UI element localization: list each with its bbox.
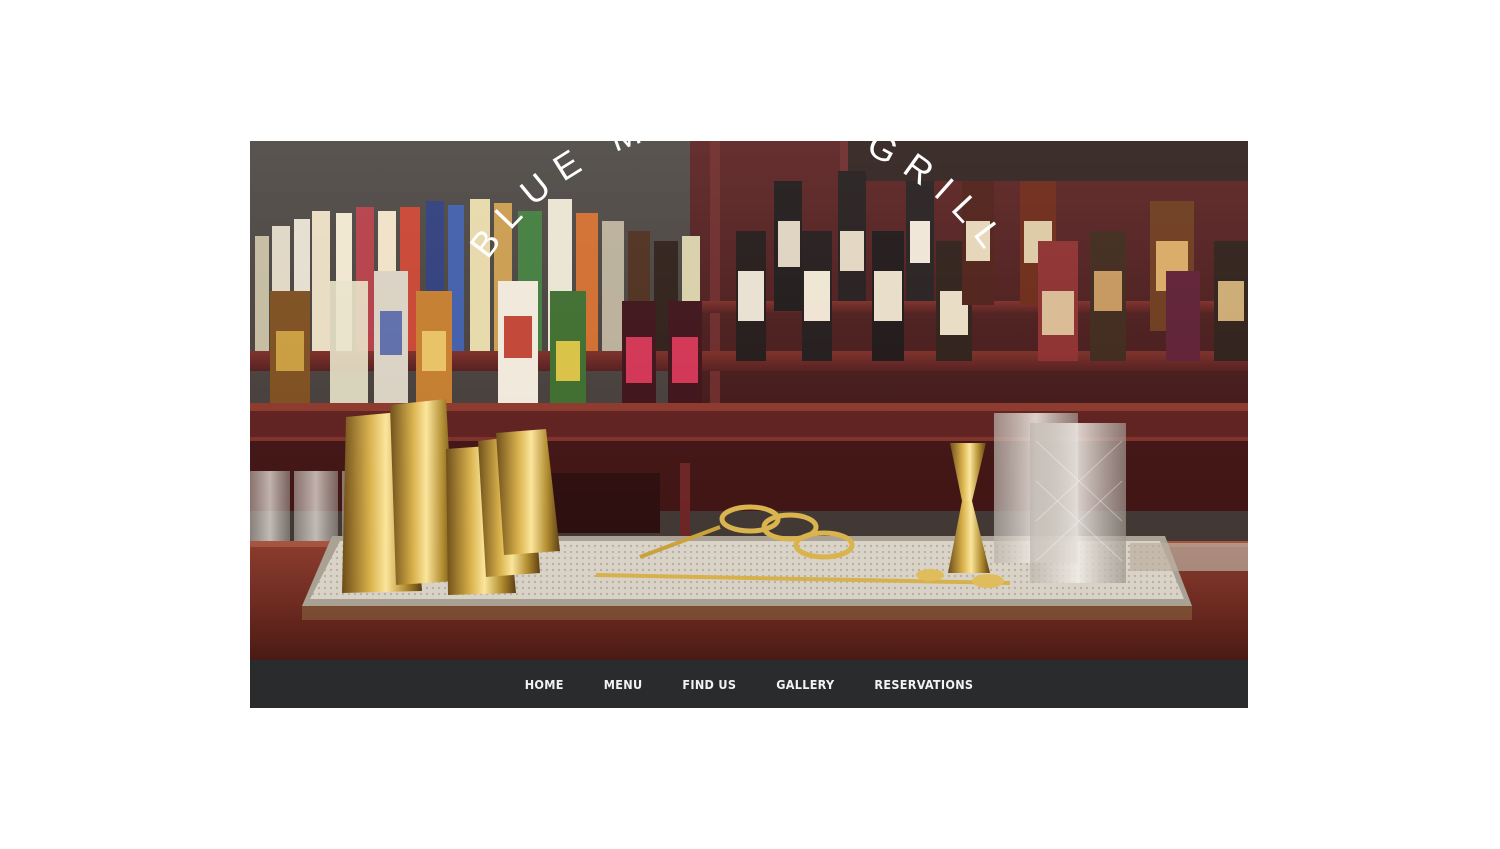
nav-gallery[interactable]: GALLERY <box>776 677 834 692</box>
nav-find-us[interactable]: FIND US <box>682 677 736 692</box>
hero-image <box>250 141 1248 661</box>
nav-reservations[interactable]: RESERVATIONS <box>874 677 973 692</box>
hero-banner: BLUE MONKEY GRILL HOME MENU FIND US GALL… <box>250 141 1248 708</box>
page: BLUE MONKEY GRILL HOME MENU FIND US GALL… <box>0 0 1500 849</box>
nav-menu[interactable]: MENU <box>604 677 643 692</box>
main-navigation: HOME MENU FIND US GALLERY RESERVATIONS <box>250 660 1248 708</box>
nav-home[interactable]: HOME <box>525 677 564 692</box>
